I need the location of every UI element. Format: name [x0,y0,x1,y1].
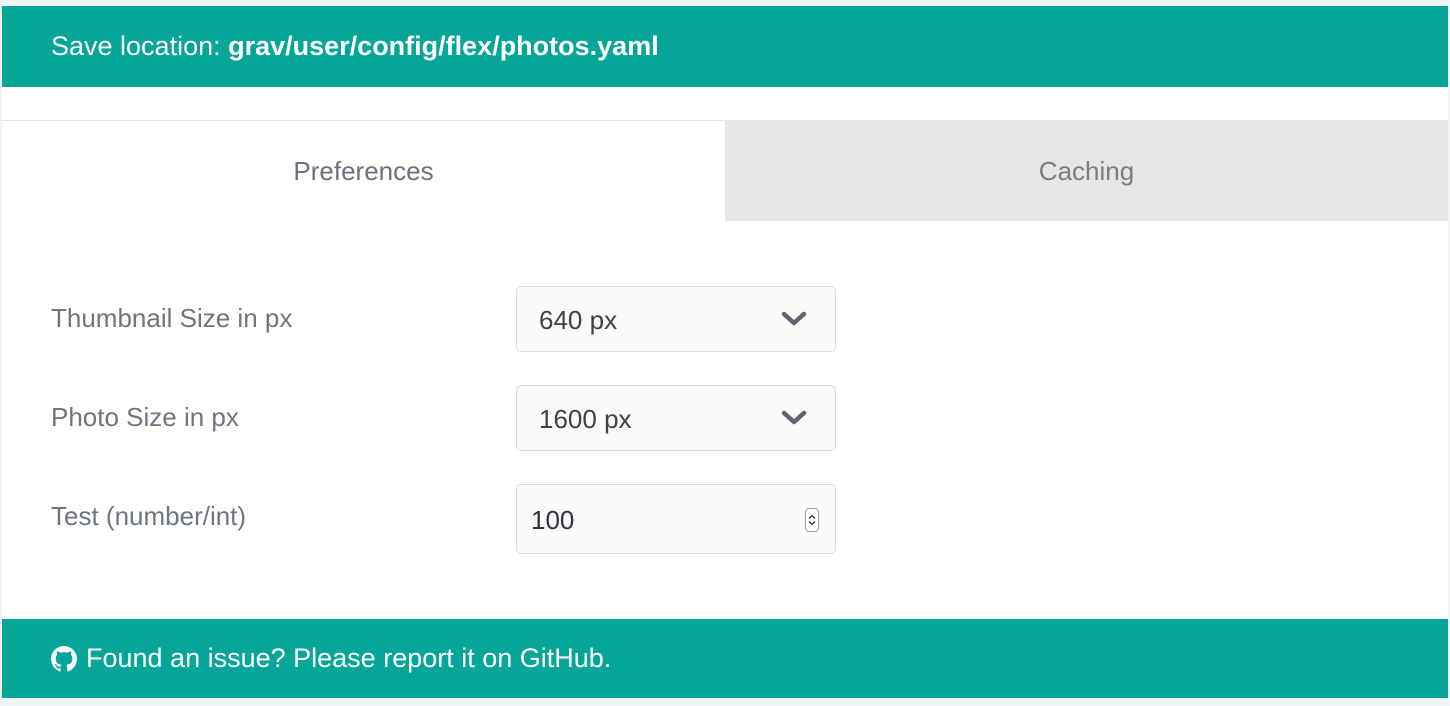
number-spinner[interactable] [805,508,819,532]
tab-bar: Preferences Caching [2,120,1448,221]
test-number-input[interactable]: 100 [516,484,836,554]
test-number-label: Test (number/int) [51,501,247,531]
chevron-down-icon [781,410,807,425]
chevron-down-icon [781,311,807,326]
report-issue-link[interactable]: Found an issue? Please report it on GitH… [86,643,611,674]
test-number-value: 100 [531,505,575,535]
save-location-bar: Save location: grav/user/config/flex/pho… [2,6,1448,87]
photo-size-select[interactable]: 1600 px [516,385,836,451]
photo-size-row: Photo Size in px 1600 px [2,385,1448,453]
tab-caching[interactable]: Caching [725,121,1448,221]
tab-preferences-label: Preferences [293,155,434,186]
thumbnail-size-select[interactable]: 640 px [516,286,836,352]
tab-caching-label: Caching [1038,155,1135,186]
thumbnail-size-row: Thumbnail Size in px 640 px [2,286,1448,354]
photo-size-value: 1600 px [539,404,632,434]
github-icon [51,645,77,671]
footer-bar: Found an issue? Please report it on GitH… [2,619,1448,698]
config-panel: Save location: grav/user/config/flex/pho… [2,6,1448,698]
save-location-path: grav/user/config/flex/photos.yaml [228,31,659,61]
thumbnail-size-value: 640 px [539,305,618,335]
save-location-label: Save location: [51,31,229,61]
tab-preferences[interactable]: Preferences [2,121,725,221]
thumbnail-size-label: Thumbnail Size in px [51,303,293,333]
photo-size-label: Photo Size in px [51,402,239,432]
test-number-row: Test (number/int) 100 [2,484,1448,554]
spinner-arrows-icon [808,514,816,526]
